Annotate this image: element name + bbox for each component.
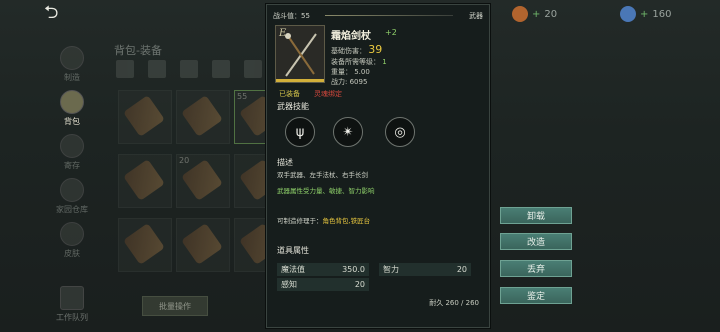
item-icon [181, 95, 223, 137]
inventory-grid: 55 20 [118, 90, 288, 272]
divider [325, 15, 453, 16]
stat-label: 基础伤害： [331, 47, 366, 55]
bound-flag: 灵魂绑定 [314, 90, 342, 98]
attr-row: 魔法值 350.0 [277, 263, 369, 276]
item-upgrade: +2 [385, 28, 397, 37]
identify-button[interactable]: 鉴定 [500, 287, 572, 304]
item-name: 霜焰剑杖 [331, 31, 371, 42]
inventory-slot[interactable]: 20 [176, 154, 230, 208]
weight: 重量： 5.00 [331, 68, 370, 76]
inventory-slot[interactable] [118, 154, 172, 208]
item-category: 武器 [469, 12, 483, 20]
nav-skins[interactable]: 皮肤 [52, 218, 92, 262]
gear-score: 战斗值：55 [273, 12, 310, 20]
nav-label: 寄存 [64, 160, 80, 170]
nav-label: 皮肤 [64, 248, 80, 258]
item-detail-panel: 战斗值：55 武器 E 霜焰剑杖 +2 基础伤害： 39 装备所需等级： 1 重… [266, 4, 490, 328]
bag-title: 背包-装备 [114, 44, 162, 57]
currency-2: + 160 [620, 6, 671, 22]
shield-icon[interactable] [180, 60, 198, 78]
currency-2-value: 160 [652, 8, 672, 20]
nav-home-warehouse[interactable]: 家园仓库 [52, 174, 92, 218]
trident-icon[interactable]: ψ [285, 117, 315, 147]
item-flags: 已装备 灵魂绑定 [279, 89, 342, 99]
modify-button[interactable]: 改造 [500, 233, 572, 250]
attr-value: 20 [456, 265, 467, 274]
equipped-letter: E [279, 28, 287, 39]
attr-row: 感知 20 [277, 278, 369, 291]
nav-storage[interactable]: 寄存 [52, 130, 92, 174]
armor-icon [60, 221, 84, 246]
desc-title: 描述 [277, 158, 293, 167]
attribute-note: 武器属性受力量、敏捷、智力影响 [277, 187, 375, 195]
discard-button[interactable]: 丢弃 [500, 260, 572, 277]
base-damage-row: 基础伤害： 39 [331, 43, 382, 56]
attr-title: 道具属性 [277, 246, 309, 255]
attr-value: 350.0 [342, 265, 365, 274]
currency-1: + 20 [512, 6, 557, 22]
staff-icon[interactable]: ✴ [333, 117, 363, 147]
repair-info: 可制造修理于：角色背包,铁匠台 [277, 215, 370, 225]
attr-name: 感知 [281, 280, 297, 289]
description: 双手武器、左手法杖、右手长剑 [277, 171, 368, 179]
slot-count: 55 [237, 92, 248, 101]
repair-value: 角色背包,铁匠台 [322, 217, 371, 225]
vortex-icon[interactable]: ◎ [385, 117, 415, 147]
work-queue[interactable]: 工作队列 [52, 286, 92, 323]
repair-label: 可制造修理于： [277, 217, 323, 225]
panel-header: 战斗值：55 武器 [273, 11, 483, 21]
attr-row: 智力 20 [379, 263, 471, 276]
warehouse-icon [60, 177, 84, 202]
nav-craft[interactable]: 制造 [52, 42, 92, 86]
nav-label: 制造 [64, 72, 80, 82]
category-filters [116, 60, 262, 78]
equipped-flag: 已装备 [279, 90, 300, 98]
hammer-icon [60, 45, 84, 70]
inventory-slot[interactable] [176, 90, 230, 144]
left-nav: 制造 背包 寄存 家园仓库 皮肤 [52, 42, 92, 262]
inventory-slot[interactable] [118, 90, 172, 144]
item-icon [181, 223, 223, 265]
sword-icon[interactable] [148, 60, 166, 78]
grid-icon[interactable] [116, 60, 134, 78]
skills-title: 武器技能 [277, 102, 309, 111]
item-icon [123, 95, 165, 137]
equip-level-value: 1 [382, 58, 387, 66]
nav-label: 家园仓库 [56, 204, 88, 214]
plus-icon[interactable]: + [532, 9, 540, 20]
unequip-button[interactable]: 卸载 [500, 207, 572, 224]
rarity-bar [276, 79, 324, 82]
chest-icon [60, 133, 84, 158]
item-icon-frame: E [275, 25, 325, 83]
nav-backpack[interactable]: 背包 [52, 86, 92, 130]
currency-1-value: 20 [544, 8, 558, 20]
coin-icon [512, 6, 528, 22]
item-icon [123, 159, 165, 201]
work-queue-label: 工作队列 [56, 313, 88, 322]
stat-label: 装备所需等级： [331, 58, 380, 66]
base-damage-value: 39 [368, 43, 383, 56]
nav-label: 背包 [64, 116, 80, 126]
inventory-slot[interactable] [176, 218, 230, 272]
attr-name: 魔法值 [281, 265, 305, 274]
attr-name: 智力 [383, 265, 399, 274]
gem-icon [620, 6, 636, 22]
equip-level-row: 装备所需等级： 1 [331, 57, 387, 67]
queue-icon [60, 286, 84, 310]
inventory-slot[interactable] [118, 218, 172, 272]
bag-icon [60, 89, 84, 114]
back-arrow-icon[interactable]: ⮌ [44, 4, 66, 22]
durability: 耐久 260 / 260 [429, 299, 479, 307]
batch-button[interactable]: 批量操作 [142, 296, 208, 316]
house-icon[interactable] [244, 60, 262, 78]
potion-icon[interactable] [212, 60, 230, 78]
item-icon [181, 159, 223, 201]
item-icon [123, 223, 165, 265]
plus-icon[interactable]: + [640, 9, 648, 20]
slot-count: 20 [179, 156, 190, 165]
attr-value: 20 [354, 280, 365, 289]
power: 战力: 6095 [331, 78, 368, 86]
